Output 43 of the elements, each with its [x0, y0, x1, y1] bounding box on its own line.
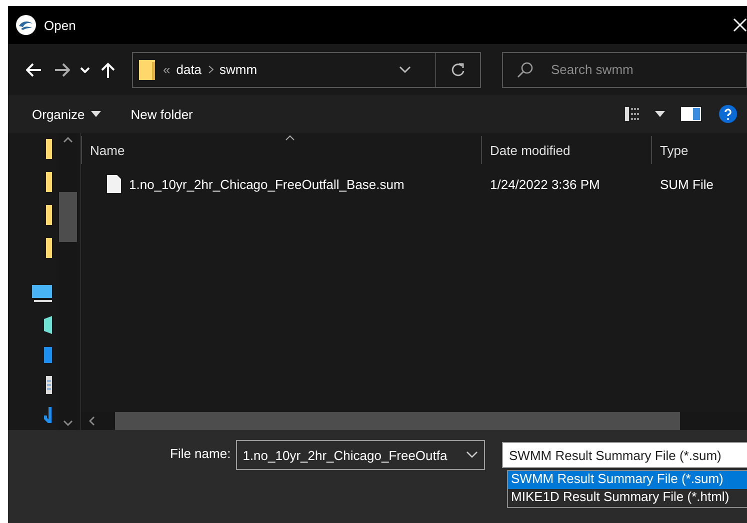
caret-icon: [90, 111, 101, 117]
column-header[interactable]: Name: [81, 136, 481, 164]
forward-arrow-icon[interactable]: [54, 62, 70, 76]
date-cell-text: 1/24/2022 3:36 PM: [489, 176, 601, 192]
new-folder-button[interactable]: New folder: [124, 102, 199, 126]
scroll-up-icon[interactable]: [63, 137, 73, 143]
folder-icon: [139, 60, 155, 80]
file-name[interactable]: 1.no_10yr_2hr_Chicago_FreeOutfall_Base.sum: [129, 176, 404, 192]
chevron-down-icon: [466, 451, 478, 459]
breadcrumb[interactable]: data: [176, 62, 202, 77]
dropdown-option[interactable]: SWMM Result Summary File (*.sum): [508, 471, 747, 489]
preview-pane-icon[interactable]: [681, 107, 701, 121]
chevron-right-icon: [208, 65, 214, 74]
app-logo-icon: [16, 15, 36, 35]
back-arrow-icon[interactable]: [26, 62, 42, 76]
scrollbar-thumb[interactable]: [59, 192, 77, 242]
search-icon: [517, 62, 533, 78]
view-options-icon[interactable]: [625, 107, 665, 121]
document-icon[interactable]: [46, 376, 52, 394]
dropdown-option[interactable]: MIKE1D Result Summary File (*.html): [508, 489, 747, 507]
help-icon[interactable]: [719, 105, 737, 123]
file-type-select[interactable]: SWMM Result Summary File (*.sum): [502, 442, 747, 468]
file-name-cell[interactable]: 1.no_10yr_2hr_Chicago_FreeOutfall_Base.sum: [81, 175, 481, 193]
scroll-down-icon[interactable]: [63, 420, 73, 426]
file-name-label: File name:: [170, 446, 231, 461]
column-header[interactable]: Date modified: [481, 136, 651, 164]
column-header[interactable]: Type: [651, 136, 747, 164]
file-name-field[interactable]: 1.no_10yr_2hr_Chicago_FreeOutfa: [236, 440, 485, 470]
breadcrumb[interactable]: swmm: [220, 62, 258, 77]
type-cell-text: SUM File: [659, 176, 714, 192]
address-bar[interactable]: « data swmm: [132, 52, 481, 88]
scroll-left-icon[interactable]: [89, 416, 95, 426]
search-field[interactable]: Search swmm: [502, 52, 747, 88]
computer-icon[interactable]: [32, 285, 52, 303]
refresh-icon[interactable]: [451, 62, 465, 76]
up-arrow-icon[interactable]: [101, 62, 115, 78]
chevron-down-icon[interactable]: [399, 66, 411, 74]
overflow-chevron[interactable]: «: [163, 62, 170, 77]
organize-button[interactable]: Organize: [26, 102, 107, 126]
window-title: Open: [44, 18, 77, 32]
scrollbar-thumb[interactable]: [115, 412, 680, 430]
close-icon[interactable]: [733, 18, 747, 32]
file-icon: [107, 175, 121, 193]
